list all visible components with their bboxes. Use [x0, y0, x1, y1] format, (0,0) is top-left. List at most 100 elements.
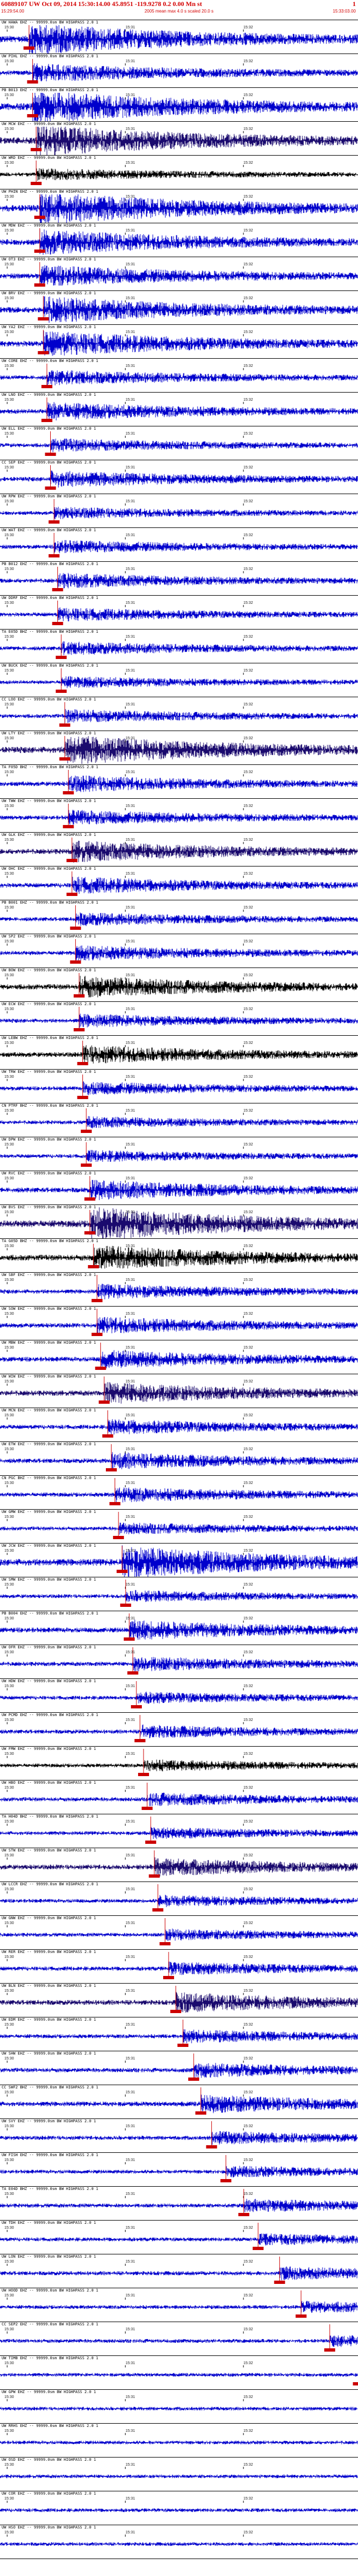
- waveform-plot: [0, 259, 358, 287]
- waveform-trace: [0, 193, 358, 223]
- time-tick-label: 15:30: [4, 940, 14, 943]
- time-tick-label: 15:31: [126, 1820, 135, 1824]
- channel-label: UW DPW EHZ -- 99999.0sm BW HIGHPASS 2.0 …: [1, 1137, 97, 1142]
- time-tick-label: 15:31: [126, 1752, 135, 1756]
- waveform-trace: [0, 1452, 358, 1470]
- waveform-trace: [0, 1590, 358, 1602]
- time-tick-label: 15:31: [126, 1346, 135, 1350]
- waveform-trace: [0, 1045, 358, 1064]
- time-tick-label: 15:30: [4, 2497, 14, 2501]
- time-tick-label: 15:31: [126, 364, 135, 368]
- waveform-trace: [0, 1081, 358, 1095]
- channel-label: PB B004 EHZ -- 99999.0sm BW HIGHPASS 2.0…: [1, 1611, 99, 1616]
- time-tick-label: 15:32: [243, 1041, 253, 1045]
- trace-panel: UW HAWA EHZ -- 99999.0sm BW HIGHPASS 2.0…: [0, 20, 358, 54]
- waveform-plot: [0, 1004, 358, 1031]
- time-tick-label: 15:32: [243, 533, 253, 537]
- trace-panel: UW GMW EHZ -- 99999.0sm BW HIGHPASS 2.0 …: [0, 1510, 358, 1544]
- channel-label: UW MCW EHZ -- 99999.0sm BW HIGHPASS 2.0 …: [1, 122, 97, 127]
- time-tick-label: 15:30: [4, 1109, 14, 1113]
- time-tick-label: 15:31: [126, 500, 135, 503]
- time-tick-label: 15:32: [243, 263, 253, 266]
- time-tick-label: 15:30: [4, 1380, 14, 1384]
- channel-label: UW PIHL EHZ -- 99999.0sm BW HIGHPASS 2.0…: [1, 54, 99, 59]
- channel-label: UW YA2 EHZ -- 99999.0sm BW HIGHPASS 2.0 …: [1, 325, 97, 330]
- trace-panel: UW BRV EHZ -- 99999.0sm BW HIGHPASS 2.0 …: [0, 291, 358, 325]
- waveform-plot: [0, 1343, 358, 1370]
- time-tick-label: 15:32: [243, 60, 253, 63]
- waveform-plot: [0, 1817, 358, 1844]
- time-tick-label: 15:32: [243, 1109, 253, 1113]
- waveform-trace: [0, 168, 358, 181]
- time-tick-label: 15:32: [243, 1481, 253, 1485]
- waveform-plot: [0, 2467, 358, 2478]
- channel-label: UW RER EHZ -- 99999.0sm BW HIGHPASS 2.0 …: [1, 1950, 97, 1955]
- time-tick-label: 15:30: [4, 533, 14, 537]
- time-tick-label: 15:32: [243, 1380, 253, 1384]
- trace-panel: UW OFR EHZ -- 99999.0sm BW HIGHPASS 2.0 …: [0, 1645, 358, 1679]
- time-tick-label: 15:31: [126, 2463, 135, 2467]
- time-tick-label: 15:30: [4, 601, 14, 605]
- channel-label: UW BUCK EHZ -- 99999.0sm BW HIGHPASS 2.0…: [1, 663, 99, 668]
- trace-panel: UW GLK EHZ -- 99999.0sm BW HIGHPASS 2.0 …: [0, 833, 358, 866]
- time-tick-label: 15:32: [243, 2158, 253, 2162]
- time-tick-label: 15:32: [243, 1177, 253, 1180]
- time-tick-label: 15:32: [243, 1312, 253, 1316]
- waveform-trace: [0, 90, 358, 121]
- channel-label: UW PHIN EHZ -- 99999.0sm BW HIGHPASS 2.0…: [1, 189, 99, 194]
- time-tick-label: 15:30: [4, 127, 14, 131]
- time-tick-label: 15:31: [126, 1414, 135, 1417]
- channel-label: UW SMW EHZ -- 99999.0sm BW HIGHPASS 2.0 …: [1, 1577, 97, 1582]
- channel-label: UW WRD EHZ -- 99999.0sm BW HIGHPASS 2.0 …: [1, 156, 97, 161]
- waveform-plot: [0, 429, 358, 456]
- waveform-trace: [0, 265, 358, 287]
- waveform-plot: [0, 90, 358, 121]
- time-tick-label: 15:30: [4, 1007, 14, 1011]
- time-tick-label: 15:32: [243, 2023, 253, 2027]
- channel-label: UW STW EHZ -- 99999.0sm BW HIGHPASS 2.0 …: [1, 1848, 97, 1853]
- time-tick-label: 15:30: [4, 93, 14, 97]
- waveform-plot: [0, 869, 358, 896]
- waveform-plot: [0, 2399, 358, 2411]
- channel-label: UW ETW EHZ -- 99999.0sm BW HIGHPASS 2.0 …: [1, 1442, 97, 1447]
- trace-panel: UW LNO EHZ -- 99999.0sm BW HIGHPASS 2.0 …: [0, 393, 358, 426]
- waveform-plot: [0, 2053, 358, 2081]
- channel-label: UW SP2 EHZ -- 99999.0sm BW HIGHPASS 2.0 …: [1, 934, 97, 939]
- time-tick-label: 15:31: [126, 2429, 135, 2433]
- waveform-trace: [0, 2131, 358, 2145]
- channel-label: UW HDW EHZ -- 99999.0sm BW HIGHPASS 2.0 …: [1, 1679, 97, 1684]
- time-tick-label: 15:31: [126, 1955, 135, 1959]
- trace-panel: UW TDH EHZ -- 99999.0sm BW HIGHPASS 2.0 …: [0, 2221, 358, 2254]
- time-tick-label: 15:32: [243, 1447, 253, 1451]
- trace-panel: UW TIMB EHZ -- 99999.0sm BW HIGHPASS 2.0…: [0, 2356, 358, 2390]
- trace-panel: UW OHC EHZ -- 99999.0sm BW HIGHPASS 2.0 …: [0, 866, 358, 900]
- channel-label: CC LOO EHZ -- 99999.0sm BW HIGHPASS 2.0 …: [1, 697, 97, 702]
- trace-panel: UW JCW EHZ -- 99999.0sm BW HIGHPASS 2.0 …: [0, 1544, 358, 1577]
- time-tick-label: 15:30: [4, 1075, 14, 1079]
- waveform-plot: [0, 293, 358, 323]
- waveform-trace: [0, 402, 358, 421]
- time-tick-label: 15:31: [126, 161, 135, 165]
- time-tick-label: 15:32: [243, 906, 253, 910]
- time-tick-label: 15:30: [4, 1210, 14, 1214]
- channel-label: TA G05D BHZ -- 99999.0sm BW HIGHPASS 2.0…: [1, 1239, 99, 1244]
- time-tick-label: 15:32: [243, 500, 253, 503]
- trace-panel: UW FISH EHZ -- 99999.0sm BW HIGHPASS 2.0…: [0, 2153, 358, 2187]
- time-tick-label: 15:30: [4, 567, 14, 571]
- waveform-trace: [0, 2165, 358, 2177]
- time-tick-label: 15:31: [126, 669, 135, 673]
- time-tick-label: 15:30: [4, 330, 14, 334]
- time-tick-label: 15:30: [4, 229, 14, 233]
- waveform-plot: [0, 598, 358, 625]
- channel-label: UW GPW EHZ -- 99999.0sm BW HIGHPASS 2.0 …: [1, 2390, 97, 2395]
- time-tick-label: 15:32: [243, 1989, 253, 1993]
- waveform-trace: [0, 1207, 358, 1238]
- time-tick-label: 15:32: [243, 601, 253, 605]
- time-tick-label: 15:31: [126, 1380, 135, 1384]
- time-tick-label: 15:30: [4, 1854, 14, 1857]
- time-tick-label: 15:32: [243, 567, 253, 571]
- time-tick-label: 15:31: [126, 26, 135, 29]
- time-tick-label: 15:31: [126, 1651, 135, 1654]
- trace-panel: PB B004 EHZ -- 99999.0sm BW HIGHPASS 2.0…: [0, 1611, 358, 1645]
- waveform-plot: [0, 2365, 358, 2385]
